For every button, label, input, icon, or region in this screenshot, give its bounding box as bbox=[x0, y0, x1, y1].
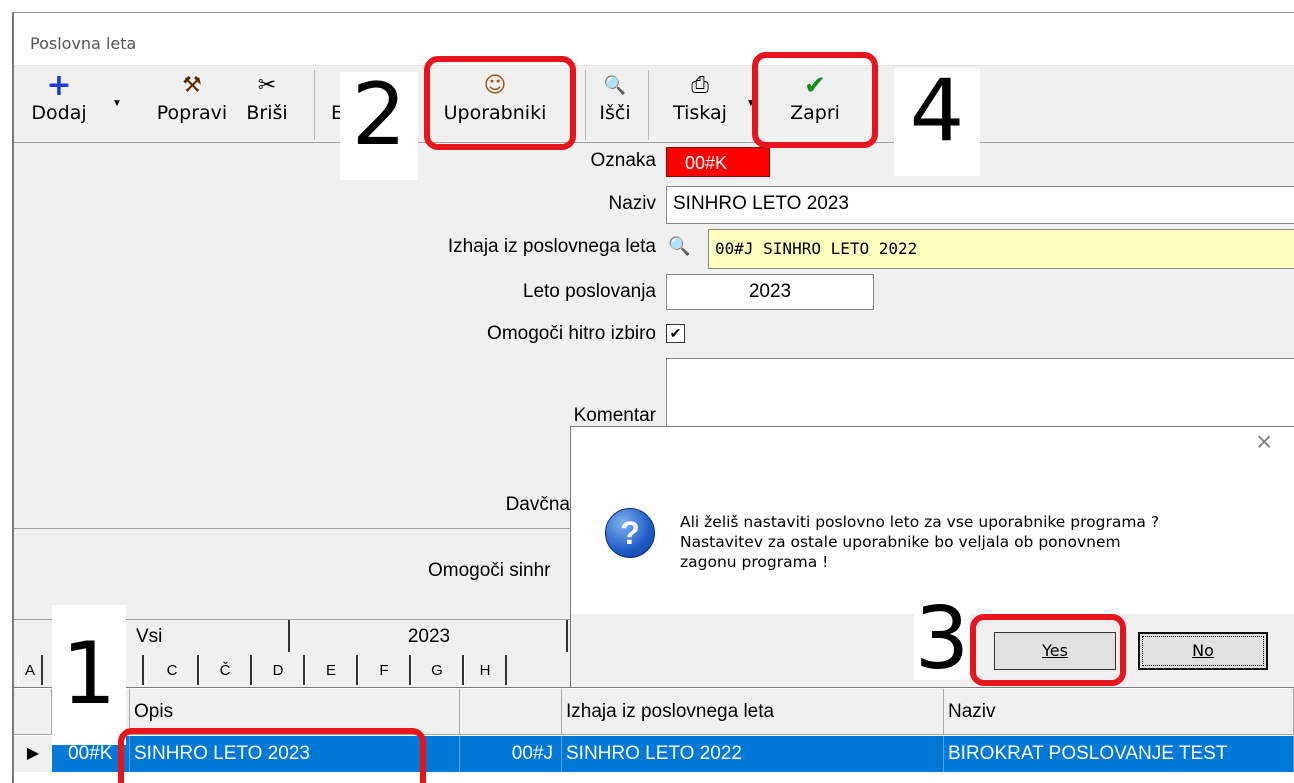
annotation-number-2: 2 bbox=[340, 72, 418, 180]
annotation-number-1: 1 bbox=[52, 605, 126, 745]
printer-icon: ⎙ bbox=[691, 73, 709, 98]
dialog-message-line-2: Nastavitev za ostale uporabnike bo velja… bbox=[680, 533, 1121, 551]
search-button[interactable]: 🔍 Išči bbox=[590, 72, 640, 140]
scissors-icon: ✂ bbox=[257, 73, 277, 98]
table-row-naziv[interactable]: BIROKRAT POSLOVANJE TEST bbox=[944, 736, 1294, 772]
delete-button[interactable]: ✂ Briši bbox=[240, 72, 294, 140]
grid-header-izhaja-oznaka[interactable] bbox=[460, 689, 562, 735]
dialog-message-line-1: Ali želiš nastaviti poslovno leto za vse… bbox=[680, 513, 1160, 531]
grid-header-izhaja[interactable]: Izhaja iz poslovnega leta bbox=[562, 689, 944, 735]
dialog-message-line-3: zagonu programa ! bbox=[680, 553, 829, 571]
annotation-number-3: 3 bbox=[914, 589, 970, 689]
table-row-izhaja[interactable]: SINHRO LETO 2022 bbox=[562, 736, 944, 772]
grid-header-naziv[interactable]: Naziv bbox=[944, 689, 1294, 735]
no-button[interactable]: No bbox=[1138, 632, 1268, 670]
table-row-izhaja-oznaka[interactable]: 00#J bbox=[460, 736, 562, 772]
dialog-message: Ali želiš nastaviti poslovno leto za vse… bbox=[680, 512, 1159, 572]
oznaka-field[interactable]: 00#K bbox=[666, 147, 770, 177]
annotation-number-4: 4 bbox=[894, 68, 980, 176]
add-button[interactable]: + Dodaj bbox=[28, 68, 90, 140]
window-title: Poslovna leta bbox=[30, 34, 137, 53]
highlight-users-button bbox=[424, 56, 576, 150]
tab-letter-e[interactable]: E bbox=[305, 655, 358, 685]
search-label: Išči bbox=[599, 102, 631, 124]
toolbar-separator bbox=[314, 70, 315, 140]
print-button[interactable]: ⎙ Tiskaj bbox=[660, 72, 740, 140]
tab-letter-d[interactable]: D bbox=[252, 655, 305, 685]
tab-letter-f[interactable]: F bbox=[358, 655, 411, 685]
hammer-icon: ⚒ bbox=[182, 73, 202, 98]
izhaja-label: Izhaja iz poslovnega leta bbox=[447, 236, 656, 257]
naziv-label: Naziv bbox=[608, 193, 656, 214]
hitro-izbira-checkbox[interactable]: ✔ bbox=[666, 324, 685, 343]
add-label: Dodaj bbox=[31, 102, 87, 124]
tab-letter-h[interactable]: H bbox=[464, 655, 507, 685]
oznaka-label: Oznaka bbox=[590, 150, 656, 171]
plus-icon: + bbox=[46, 68, 72, 103]
leto-label: Leto poslovanja bbox=[522, 281, 656, 302]
row-pointer-icon: ▶ bbox=[14, 736, 53, 772]
toolbar-separator bbox=[585, 70, 586, 140]
leto-field[interactable]: 2023 bbox=[666, 274, 874, 310]
hitro-izbira-label: Omogoči hitro izbiro bbox=[487, 323, 656, 344]
komentar-field[interactable] bbox=[666, 358, 1294, 430]
delete-label: Briši bbox=[246, 102, 288, 124]
izhaja-field[interactable]: 00#J SINHRO LETO 2022 bbox=[708, 229, 1294, 269]
tab-letter-g[interactable]: G bbox=[411, 655, 464, 685]
edit-label: Popravi bbox=[156, 102, 228, 124]
komentar-label: Komentar bbox=[573, 405, 656, 426]
tab-letter-c[interactable]: C bbox=[146, 655, 199, 685]
tab-letter-a[interactable]: A bbox=[18, 655, 43, 685]
search-icon[interactable]: 🔍 bbox=[668, 236, 690, 257]
title-bar bbox=[14, 13, 1294, 66]
highlight-yes-button bbox=[970, 614, 1126, 686]
add-dropdown-icon[interactable]: ▼ bbox=[112, 98, 122, 109]
naziv-field[interactable]: SINHRO LETO 2023 bbox=[666, 186, 1294, 224]
question-icon: ? bbox=[605, 508, 655, 558]
top-border bbox=[0, 0, 1294, 13]
davcna-label: Davčna bbox=[505, 494, 570, 515]
tab-2023[interactable]: 2023 bbox=[292, 620, 568, 652]
dialog-close-icon[interactable]: × bbox=[1256, 426, 1272, 458]
highlight-close-button bbox=[752, 52, 878, 148]
print-label: Tiskaj bbox=[673, 102, 727, 124]
sinhro-label: Omogoči sinhr bbox=[428, 560, 551, 581]
highlight-selected-row bbox=[118, 728, 426, 783]
window: Poslovna leta + Dodaj ▼ ⚒ Popravi ✂ Briš… bbox=[0, 0, 1294, 783]
toolbar-separator bbox=[648, 70, 649, 140]
grid-indicator-header bbox=[14, 689, 52, 735]
edit-button[interactable]: ⚒ Popravi bbox=[150, 72, 234, 140]
tab-letter-cc[interactable]: Č bbox=[199, 655, 252, 685]
search-icon: 🔍 bbox=[603, 75, 627, 96]
